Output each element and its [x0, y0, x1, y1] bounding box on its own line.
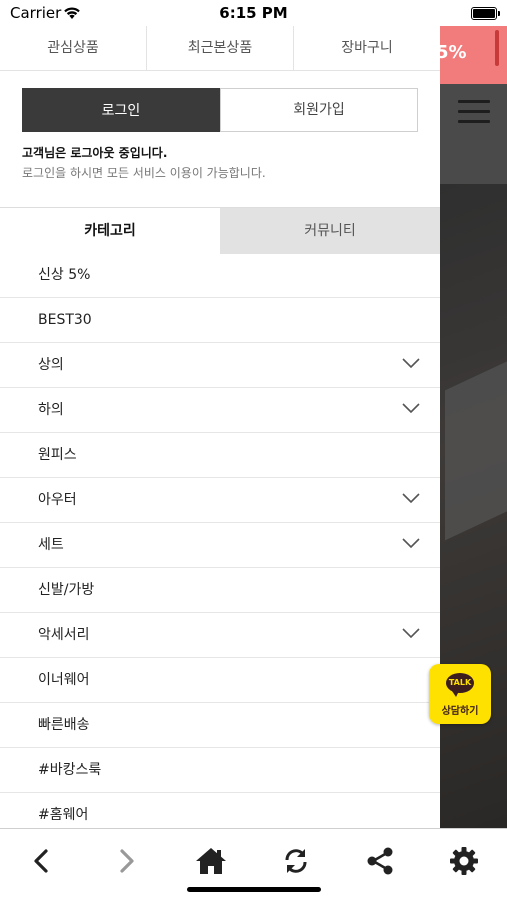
login-hint-message: 로그인을 하시면 모든 서비스 이용이 가능합니다. — [22, 166, 266, 180]
forward-button[interactable] — [104, 843, 148, 879]
tab-community[interactable]: 커뮤니티 — [220, 208, 440, 254]
menu-item[interactable]: 신발/가방 — [0, 568, 440, 613]
menu-item-label: 아우터 — [38, 492, 77, 508]
promo-banner[interactable]: 5% — [440, 26, 507, 84]
menu-item-label: 세트 — [38, 537, 64, 553]
home-icon — [196, 848, 226, 874]
tab-recently-viewed[interactable]: 최근본상품 — [147, 26, 294, 70]
menu-item-label: 악세서리 — [38, 627, 90, 643]
forward-icon — [120, 849, 134, 873]
clock: 6:15 PM — [219, 4, 288, 22]
chevron-down-icon[interactable] — [402, 492, 420, 504]
back-icon — [34, 849, 48, 873]
tab-category[interactable]: 카테고리 — [0, 208, 220, 254]
menu-item-label: 원피스 — [38, 447, 77, 463]
banner-text: 5% — [440, 42, 467, 63]
signup-button[interactable]: 회원가입 — [220, 88, 418, 132]
chevron-down-icon[interactable] — [402, 357, 420, 369]
menu-item-label: 하의 — [38, 402, 64, 418]
settings-button[interactable] — [442, 843, 486, 879]
talk-button-label: 상담하기 — [441, 706, 479, 717]
share-button[interactable] — [358, 843, 402, 879]
kakao-talk-button[interactable]: TALK 상담하기 — [429, 664, 491, 724]
hamburger-menu-icon[interactable] — [458, 100, 490, 124]
tab-cart[interactable]: 장바구니 — [294, 26, 440, 70]
category-tabs: 카테고리 커뮤니티 — [0, 207, 440, 254]
menu-item-label: 신발/가방 — [38, 582, 95, 598]
talk-bubble-icon: TALK — [446, 673, 474, 697]
login-button[interactable]: 로그인 — [22, 88, 220, 132]
menu-item[interactable]: 신상 5% — [0, 253, 440, 298]
menu-item[interactable]: 이너웨어 — [0, 658, 440, 703]
menu-item[interactable]: #홈웨어 — [0, 793, 440, 828]
menu-item-label: #홈웨어 — [38, 807, 89, 823]
background-photo — [440, 184, 507, 828]
menu-item[interactable]: 아우터 — [0, 478, 440, 523]
home-indicator — [187, 887, 321, 892]
menu-item-label: 빠른배송 — [38, 717, 90, 733]
menu-item[interactable]: 악세서리 — [0, 613, 440, 658]
share-icon — [367, 847, 393, 875]
menu-item[interactable]: #바캉스룩 — [0, 748, 440, 793]
menu-item[interactable]: 세트 — [0, 523, 440, 568]
category-menu: 신상 5% BEST30 상의하의원피스아우터세트신발/가방악세서리이너웨어빠른배송… — [0, 253, 440, 828]
menu-item[interactable]: BEST30 — [0, 298, 440, 343]
settings-icon — [450, 847, 478, 875]
chevron-down-icon[interactable] — [402, 402, 420, 414]
background-header — [440, 84, 507, 184]
chevron-down-icon[interactable] — [402, 627, 420, 639]
status-bar: Carrier 6:15 PM — [0, 0, 507, 26]
menu-item-label: #바캉스룩 — [38, 762, 102, 778]
auth-buttons: 로그인 회원가입 — [22, 88, 418, 132]
quick-links: 관심상품 최근본상품 장바구니 — [0, 26, 440, 71]
menu-item[interactable]: 하의 — [0, 388, 440, 433]
menu-item-label: BEST30 — [38, 312, 92, 328]
refresh-icon — [285, 849, 307, 873]
home-button[interactable] — [189, 843, 233, 879]
side-drawer: 관심상품 최근본상품 장바구니 로그인 회원가입 고객님은 로그아웃 중입니다.… — [0, 26, 440, 828]
banner-scroll-indicator — [495, 30, 499, 66]
menu-item-label: 이너웨어 — [38, 672, 90, 688]
menu-item-label: 상의 — [38, 357, 64, 373]
tab-wishlist[interactable]: 관심상품 — [0, 26, 147, 70]
menu-item[interactable]: 빠른배송 — [0, 703, 440, 748]
battery-icon — [471, 7, 500, 20]
logout-status-message: 고객님은 로그아웃 중입니다. — [22, 146, 168, 160]
menu-item[interactable]: 원피스 — [0, 433, 440, 478]
back-button[interactable] — [20, 843, 64, 879]
menu-item[interactable]: 상의 — [0, 343, 440, 388]
chevron-down-icon[interactable] — [402, 537, 420, 549]
menu-item-label: 신상 5% — [38, 267, 91, 283]
refresh-button[interactable] — [274, 843, 318, 879]
